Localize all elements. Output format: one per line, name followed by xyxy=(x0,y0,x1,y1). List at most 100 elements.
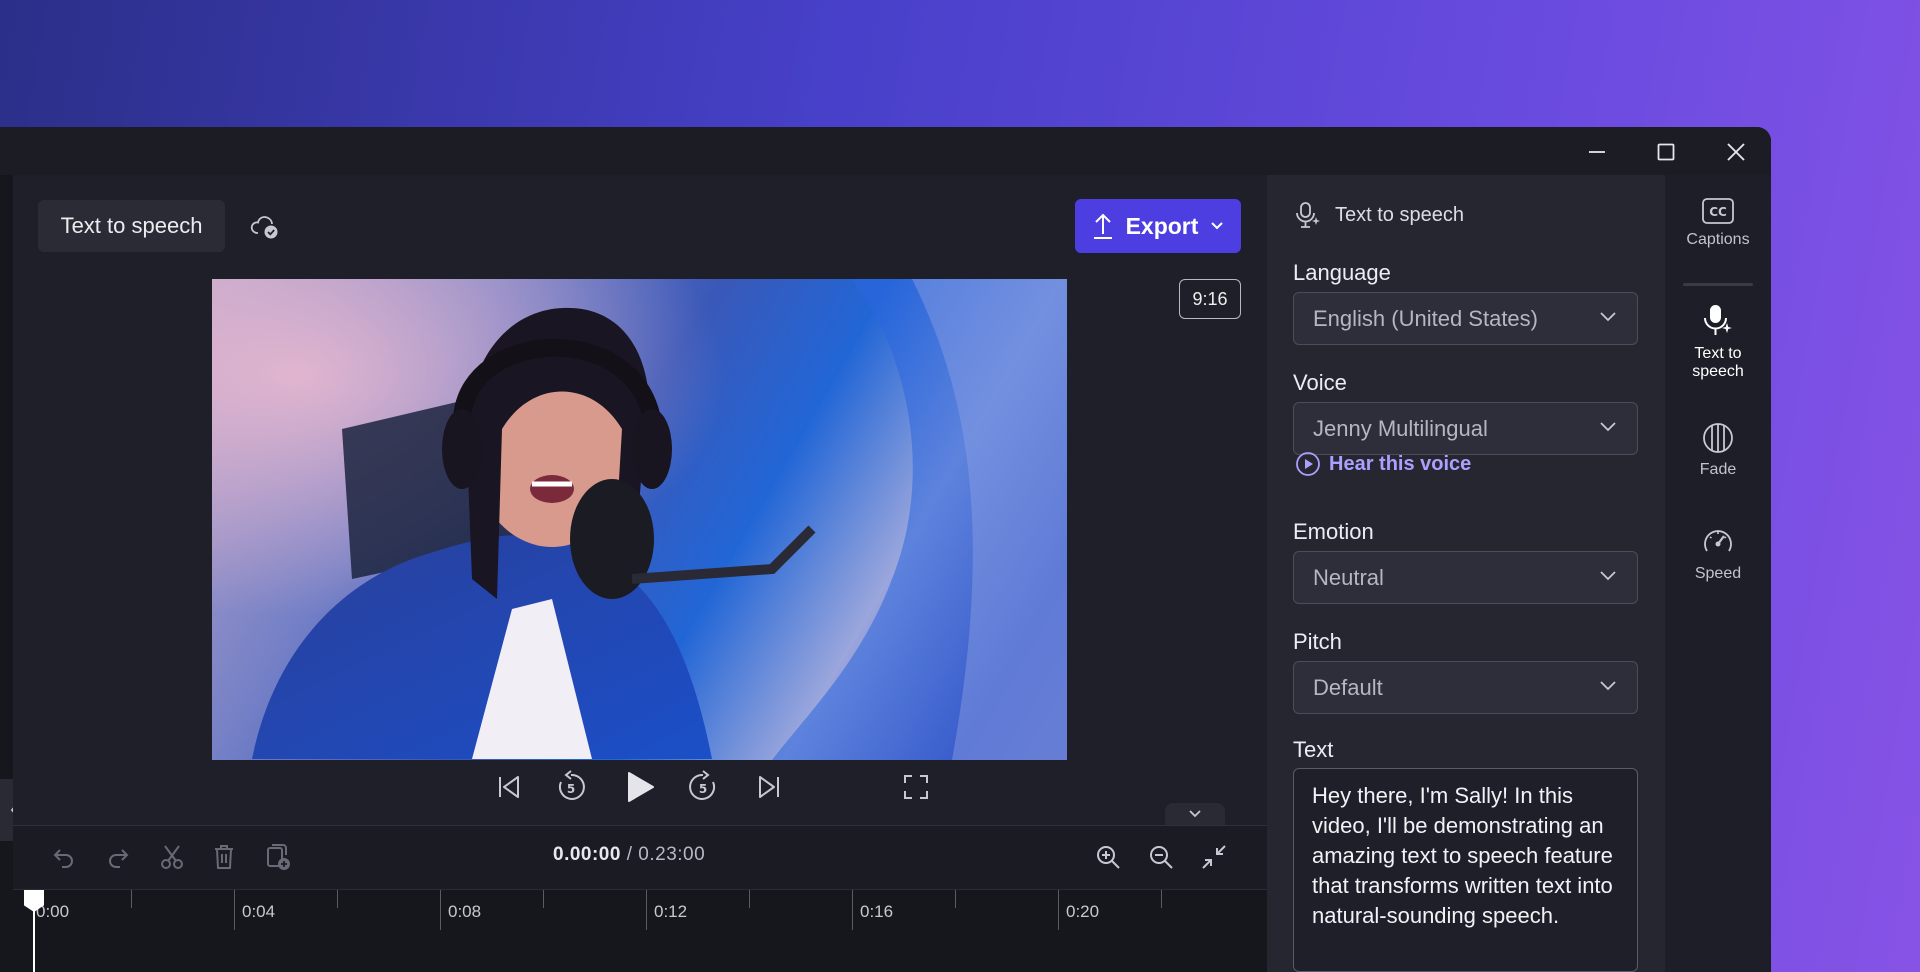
zoom-out-icon xyxy=(1150,846,1173,869)
tick-mark xyxy=(749,890,750,908)
tick-label: 0:16 xyxy=(860,902,894,921)
tick-label: 0:20 xyxy=(1066,902,1100,921)
pitch-label: Pitch xyxy=(1293,629,1342,654)
forward-5-button[interactable]: 5 xyxy=(681,765,725,809)
tick-label: 0:04 xyxy=(242,902,276,921)
language-value: English (United States) xyxy=(1313,305,1538,331)
aspect-ratio-button[interactable]: 9:16 xyxy=(1179,279,1241,319)
hear-voice-label: Hear this voice xyxy=(1329,452,1472,475)
voice-select[interactable]: Jenny Multilingual xyxy=(1293,402,1638,455)
redo-button[interactable] xyxy=(101,840,135,874)
tick-mark xyxy=(852,890,853,930)
speed-icon xyxy=(1704,530,1732,552)
cut-button[interactable] xyxy=(155,840,189,874)
tick-mark xyxy=(337,890,338,908)
rail-label: Fade xyxy=(1699,461,1737,478)
fade-icon xyxy=(1703,423,1733,453)
project-title[interactable]: Text to speech xyxy=(38,200,225,252)
language-select[interactable]: English (United States) xyxy=(1293,292,1638,345)
svg-text:5: 5 xyxy=(699,782,707,796)
editor-area: Text to speech Export 9:16 5 5 0.00:00 /… xyxy=(13,175,1267,972)
rail-item-text-to-speech[interactable]: Text to speech xyxy=(1665,303,1771,381)
rewind-5-button[interactable]: 5 xyxy=(549,765,593,809)
pitch-value: Default xyxy=(1313,674,1383,700)
tick-mark xyxy=(955,890,956,908)
tick-mark xyxy=(131,890,132,908)
close-button[interactable] xyxy=(1716,135,1756,169)
hear-voice-link[interactable]: Hear this voice xyxy=(1295,451,1471,477)
export-label: Export xyxy=(1125,212,1199,239)
emotion-select[interactable]: Neutral xyxy=(1293,551,1638,604)
tick-mark xyxy=(1058,890,1059,930)
chevron-down-icon xyxy=(1189,810,1201,818)
tick-mark xyxy=(1161,890,1162,908)
skip-to-start-icon xyxy=(499,776,519,798)
timeline-panel: 0.00:00 / 0.23:00 0:00 0:04 0:08 0:12 0:… xyxy=(13,825,1267,972)
video-frame-image xyxy=(212,279,1067,760)
undo-icon xyxy=(53,849,73,868)
fullscreen-button[interactable] xyxy=(894,765,938,809)
minimize-icon xyxy=(1589,151,1605,153)
tick-mark xyxy=(440,890,441,930)
skip-to-end-button[interactable] xyxy=(747,765,791,809)
forward-5-icon: 5 xyxy=(689,770,716,800)
svg-text:CC: CC xyxy=(1709,205,1727,219)
total-time: 0.23:00 xyxy=(638,844,706,865)
zoom-in-button[interactable] xyxy=(1091,840,1125,874)
play-button[interactable] xyxy=(618,765,662,809)
zoom-out-button[interactable] xyxy=(1144,840,1178,874)
language-label: Language xyxy=(1293,260,1391,285)
zoom-in-icon xyxy=(1097,846,1120,869)
fit-timeline-button[interactable] xyxy=(1197,840,1231,874)
add-to-timeline-button[interactable] xyxy=(261,840,295,874)
app-window: Text to speech Export 9:16 5 5 0.00:00 /… xyxy=(0,127,1771,972)
play-icon xyxy=(628,772,654,802)
timeline-ruler[interactable]: 0:00 0:04 0:08 0:12 0:16 0:20 xyxy=(13,889,1267,972)
tick-label: 0:12 xyxy=(654,902,688,921)
current-time: 0.00:00 xyxy=(553,844,621,865)
rail-label: Speed xyxy=(1694,565,1742,582)
play-circle-icon xyxy=(1296,452,1320,476)
cloud-saved-icon xyxy=(249,211,281,241)
rail-item-fade[interactable]: Fade xyxy=(1665,421,1771,479)
pitch-select[interactable]: Default xyxy=(1293,661,1638,714)
rail-label: Captions xyxy=(1686,231,1750,248)
rail-item-speed[interactable]: Speed xyxy=(1665,525,1771,583)
voice-label: Voice xyxy=(1293,370,1347,395)
upload-icon xyxy=(1093,213,1112,239)
minimize-button[interactable] xyxy=(1577,135,1617,169)
maximize-icon xyxy=(1657,143,1675,161)
properties-panel: Text to speech Language English (United … xyxy=(1267,175,1665,972)
tick-mark xyxy=(543,890,544,908)
skip-to-end-icon xyxy=(759,776,779,798)
left-gutter xyxy=(0,175,13,972)
player-controls: 5 5 xyxy=(13,765,1267,815)
captions-icon: CC xyxy=(1702,198,1734,224)
chevron-down-icon xyxy=(1211,222,1224,230)
rail-label: Text to speech xyxy=(1692,345,1744,380)
rewind-5-icon: 5 xyxy=(558,770,585,800)
speech-text-input[interactable]: Hey there, I'm Sally! In this video, I'l… xyxy=(1293,768,1638,972)
redo-icon xyxy=(109,849,129,868)
text-to-speech-icon xyxy=(1704,305,1732,335)
timecode: 0.00:00 / 0.23:00 xyxy=(553,844,705,866)
delete-button[interactable] xyxy=(207,840,241,874)
collapse-arrows-icon xyxy=(1202,845,1226,869)
collapse-timeline-button[interactable] xyxy=(1165,803,1225,825)
scissors-icon xyxy=(161,845,183,869)
rail-item-captions[interactable]: CC Captions xyxy=(1665,197,1771,249)
trash-icon xyxy=(215,845,233,869)
chevron-down-icon xyxy=(1600,422,1616,432)
time-separator: / xyxy=(626,844,633,865)
tick-mark xyxy=(646,890,647,930)
skip-to-start-button[interactable] xyxy=(487,765,531,809)
emotion-value: Neutral xyxy=(1313,564,1384,590)
fullscreen-icon xyxy=(904,775,928,799)
export-button[interactable]: Export xyxy=(1075,199,1241,253)
maximize-button[interactable] xyxy=(1646,135,1686,169)
add-clip-icon xyxy=(267,844,290,870)
tick-label: 0:08 xyxy=(448,902,482,921)
chevron-down-icon xyxy=(1600,681,1616,691)
title-bar xyxy=(0,127,1771,175)
undo-button[interactable] xyxy=(47,840,81,874)
